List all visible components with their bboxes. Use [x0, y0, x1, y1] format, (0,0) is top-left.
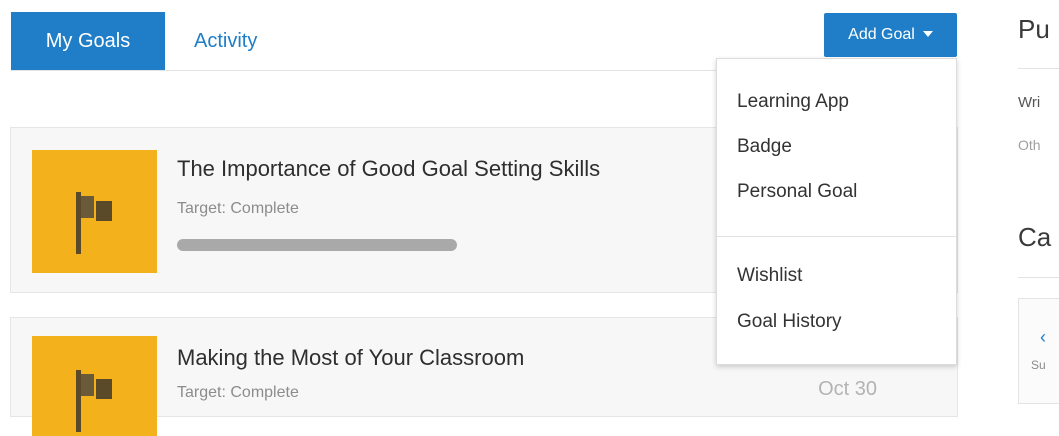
menu-item-learning-app[interactable]: Learning App: [737, 91, 849, 113]
right-panel-heading: Pu: [1018, 14, 1050, 44]
menu-item-personal-goal[interactable]: Personal Goal: [737, 181, 857, 203]
menu-item-wishlist[interactable]: Wishlist: [737, 265, 802, 287]
goal-date: Oct 30: [818, 378, 877, 400]
goal-thumbnail: [32, 336, 157, 436]
goal-target: Target: Complete: [177, 200, 299, 217]
add-goal-button[interactable]: Add Goal: [824, 13, 957, 57]
goal-thumbnail: [32, 150, 157, 273]
tab-my-goals[interactable]: My Goals: [11, 12, 165, 70]
right-panel-divider: [1018, 68, 1059, 69]
add-goal-dropdown: Learning App Badge Personal Goal Wishlis…: [716, 58, 957, 365]
goal-title[interactable]: Making the Most of Your Classroom: [177, 345, 524, 371]
goal-title[interactable]: The Importance of Good Goal Setting Skil…: [177, 156, 600, 182]
flag-icon: [76, 192, 112, 254]
right-panel-heading-2: Ca: [1018, 222, 1052, 252]
progress-bar: [177, 239, 457, 251]
right-panel-subtext: Oth: [1018, 137, 1041, 153]
add-goal-label: Add Goal: [848, 26, 915, 43]
goal-target: Target: Complete: [177, 384, 299, 401]
chevron-left-icon[interactable]: ‹: [1040, 327, 1046, 348]
menu-item-badge[interactable]: Badge: [737, 136, 792, 158]
flag-icon: [76, 370, 112, 432]
menu-divider: [717, 236, 956, 237]
tab-activity[interactable]: Activity: [166, 12, 306, 70]
calendar-widget: [1018, 298, 1059, 404]
calendar-day-label: Su: [1031, 358, 1046, 372]
menu-item-goal-history[interactable]: Goal History: [737, 311, 842, 333]
right-panel-text: Wri: [1018, 94, 1041, 111]
right-panel-divider-2: [1018, 277, 1059, 278]
caret-down-icon: [922, 30, 933, 37]
